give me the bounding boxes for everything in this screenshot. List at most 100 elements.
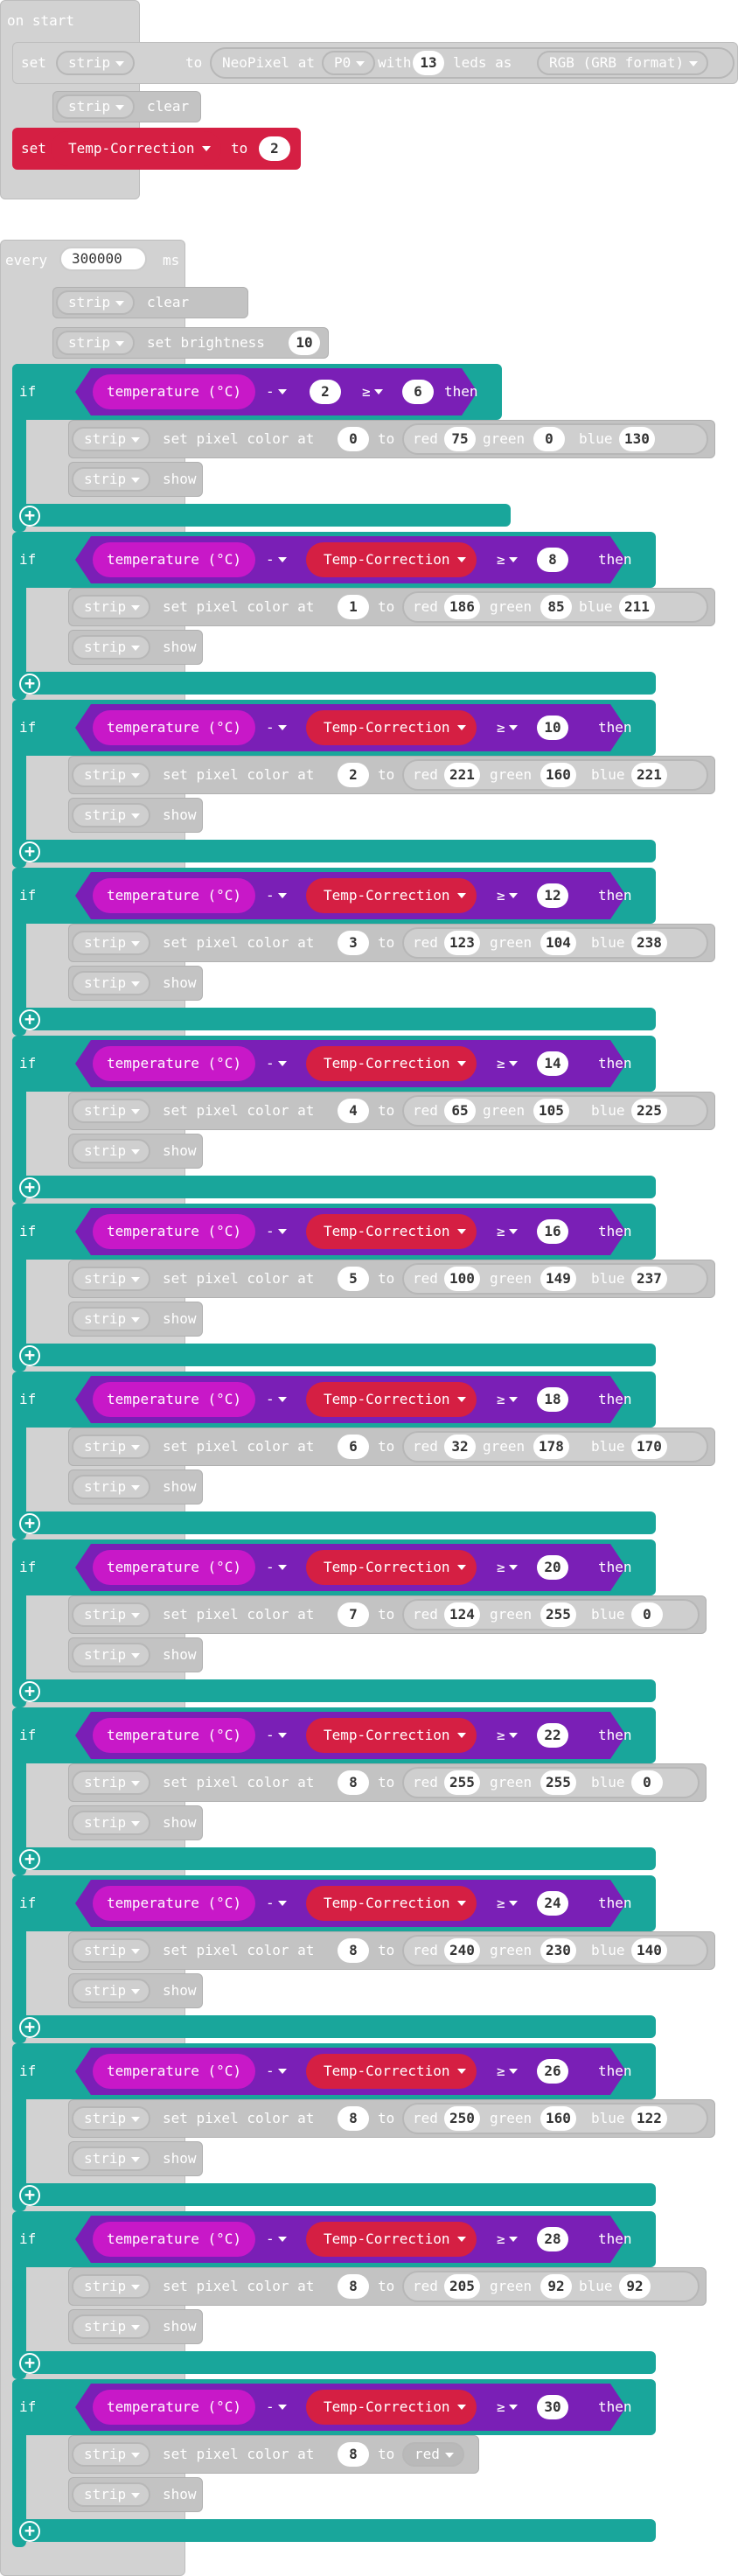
threshold-input[interactable]: 6 <box>402 380 434 404</box>
red-value-input[interactable]: 186 <box>444 595 480 619</box>
temp-correction-reporter[interactable]: Temp-Correction <box>306 1046 477 1081</box>
strip-variable-dropdown[interactable]: strip <box>72 2147 151 2171</box>
strip-variable-dropdown[interactable]: strip <box>72 1602 151 1627</box>
add-else-icon[interactable]: + <box>19 1513 40 1534</box>
minus-operator-dropdown[interactable]: - <box>266 2390 289 2425</box>
red-value-input[interactable]: 255 <box>444 1770 480 1795</box>
strip-variable-dropdown[interactable]: strip <box>72 1307 151 1331</box>
threshold-input[interactable]: 14 <box>537 1051 568 1076</box>
strip-variable-dropdown[interactable]: strip <box>72 763 151 787</box>
strip-variable-dropdown[interactable]: strip <box>72 1811 151 1835</box>
blue-value-input[interactable]: 237 <box>631 1267 667 1291</box>
strip-variable-dropdown[interactable]: strip <box>72 1938 151 1963</box>
temperature-reporter[interactable]: temperature (°C) <box>93 878 255 913</box>
strip-variable-dropdown[interactable]: strip <box>72 1267 151 1291</box>
gte-operator-dropdown[interactable]: ≥ <box>497 1214 519 1249</box>
temp-correction-reporter[interactable]: Temp-Correction <box>306 1382 477 1417</box>
threshold-input[interactable]: 22 <box>537 1723 568 1748</box>
threshold-input[interactable]: 18 <box>537 1387 568 1412</box>
subtrahend-input[interactable]: 2 <box>310 380 341 404</box>
temperature-reporter[interactable]: temperature (°C) <box>93 1886 255 1921</box>
add-else-icon[interactable]: + <box>19 1681 40 1702</box>
gte-operator-dropdown[interactable]: ≥ <box>497 2054 519 2089</box>
red-value-input[interactable]: 75 <box>444 427 476 451</box>
minus-operator-dropdown[interactable]: - <box>266 2222 289 2257</box>
blue-value-input[interactable]: 225 <box>631 1099 667 1123</box>
red-value-input[interactable]: 221 <box>444 763 480 787</box>
minus-operator-dropdown[interactable]: - <box>266 1886 289 1921</box>
strip-variable-dropdown[interactable]: strip <box>72 2274 151 2299</box>
add-else-icon[interactable]: + <box>19 506 40 527</box>
temperature-reporter[interactable]: temperature (°C) <box>93 1214 255 1249</box>
temperature-reporter[interactable]: temperature (°C) <box>93 2222 255 2257</box>
add-else-icon[interactable]: + <box>19 1177 40 1198</box>
temperature-reporter[interactable]: temperature (°C) <box>93 374 255 409</box>
green-value-input[interactable]: 160 <box>540 2106 576 2131</box>
temperature-reporter[interactable]: temperature (°C) <box>93 542 255 577</box>
strip-variable-dropdown[interactable]: strip <box>72 1770 151 1795</box>
pixel-index-input[interactable]: 8 <box>338 2442 369 2467</box>
green-value-input[interactable]: 105 <box>533 1099 569 1123</box>
temperature-reporter[interactable]: temperature (°C) <box>93 1046 255 1081</box>
threshold-input[interactable]: 30 <box>537 2395 568 2419</box>
strip-variable-dropdown[interactable]: strip <box>72 1099 151 1123</box>
color-name-dropdown[interactable]: red <box>402 2442 464 2467</box>
blue-value-input[interactable]: 0 <box>631 1602 663 1627</box>
temperature-reporter[interactable]: temperature (°C) <box>93 710 255 745</box>
green-value-input[interactable]: 255 <box>540 1770 576 1795</box>
gte-operator-dropdown[interactable]: ≥ <box>497 2222 519 2257</box>
temp-correction-reporter[interactable]: Temp-Correction <box>306 2222 477 2257</box>
red-value-input[interactable]: 123 <box>444 931 480 955</box>
pixel-index-input[interactable]: 1 <box>338 595 369 619</box>
pixel-index-input[interactable]: 8 <box>338 2274 369 2299</box>
temp-correction-reporter[interactable]: Temp-Correction <box>306 878 477 913</box>
add-else-icon[interactable]: + <box>19 2017 40 2038</box>
strip-variable-dropdown[interactable]: strip <box>72 2482 151 2507</box>
gte-operator-dropdown[interactable]: ≥ <box>497 1550 519 1585</box>
temp-correction-reporter[interactable]: Temp-Correction <box>306 1886 477 1921</box>
blue-value-input[interactable]: 140 <box>631 1938 667 1963</box>
blue-value-input[interactable]: 211 <box>619 595 655 619</box>
temperature-reporter[interactable]: temperature (°C) <box>93 2054 255 2089</box>
minus-operator-dropdown[interactable]: - <box>266 878 289 913</box>
strip-variable-dropdown[interactable]: strip <box>72 595 151 619</box>
threshold-input[interactable]: 28 <box>537 2227 568 2251</box>
strip-variable-dropdown[interactable]: strip <box>72 1979 151 2003</box>
interval-dropdown[interactable]: 300000 <box>59 247 147 271</box>
minus-operator-dropdown[interactable]: - <box>266 1718 289 1753</box>
temp-correction-value-input[interactable]: 2 <box>259 136 290 161</box>
temp-correction-variable-dropdown[interactable]: Temp-Correction <box>51 131 221 166</box>
add-else-icon[interactable]: + <box>19 2521 40 2542</box>
gte-operator-dropdown[interactable]: ≥ <box>497 878 519 913</box>
add-else-icon[interactable]: + <box>19 1345 40 1366</box>
pixel-index-input[interactable]: 8 <box>338 2106 369 2131</box>
threshold-input[interactable]: 12 <box>537 883 568 908</box>
strip-variable-dropdown[interactable]: strip <box>56 94 136 119</box>
temp-correction-reporter[interactable]: Temp-Correction <box>306 542 477 577</box>
threshold-input[interactable]: 20 <box>537 1555 568 1580</box>
blue-value-input[interactable]: 130 <box>619 427 655 451</box>
gte-operator-dropdown[interactable]: ≥ <box>497 1382 519 1417</box>
threshold-input[interactable]: 8 <box>537 548 568 572</box>
strip-variable-dropdown[interactable]: strip <box>72 2106 151 2131</box>
strip-variable-dropdown[interactable]: strip <box>72 1475 151 1499</box>
green-value-input[interactable]: 85 <box>540 595 572 619</box>
pixel-index-input[interactable]: 4 <box>338 1099 369 1123</box>
minus-operator-dropdown[interactable]: - <box>266 1550 289 1585</box>
green-value-input[interactable]: 230 <box>540 1938 576 1963</box>
minus-operator-dropdown[interactable]: - <box>266 2054 289 2089</box>
strip-variable-dropdown[interactable]: strip <box>72 1643 151 1667</box>
temp-correction-reporter[interactable]: Temp-Correction <box>306 2390 477 2425</box>
red-value-input[interactable]: 250 <box>444 2106 480 2131</box>
add-else-icon[interactable]: + <box>19 2185 40 2206</box>
minus-operator-dropdown[interactable]: - <box>266 1382 289 1417</box>
blue-value-input[interactable]: 122 <box>631 2106 667 2131</box>
green-value-input[interactable]: 255 <box>540 1602 576 1627</box>
gte-operator-dropdown[interactable]: ≥ <box>497 710 519 745</box>
gte-operator-dropdown[interactable]: ≥ <box>497 2390 519 2425</box>
minus-operator-dropdown[interactable]: - <box>266 710 289 745</box>
green-value-input[interactable]: 178 <box>533 1435 569 1459</box>
threshold-input[interactable]: 26 <box>537 2059 568 2084</box>
pixel-index-input[interactable]: 8 <box>338 1770 369 1795</box>
strip-variable-dropdown[interactable]: strip <box>72 467 151 492</box>
